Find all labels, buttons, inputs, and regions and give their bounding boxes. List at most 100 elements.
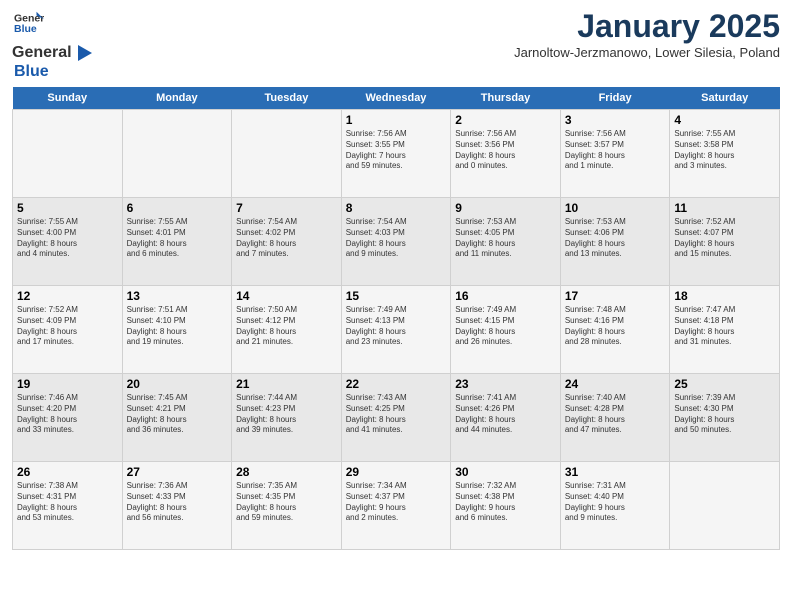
calendar-day: 19 Sunrise: 7:46 AM Sunset: 4:20 PM Dayli… — [13, 374, 123, 462]
date-number: 22 — [346, 377, 447, 391]
day-info: Sunrise: 7:55 AM Sunset: 3:58 PM Dayligh… — [674, 129, 775, 172]
month-title: January 2025 — [514, 8, 780, 45]
calendar-day: 11 Sunrise: 7:52 AM Sunset: 4:07 PM Dayli… — [670, 198, 780, 286]
calendar-day: 31 Sunrise: 7:31 AM Sunset: 4:40 PM Dayli… — [560, 462, 670, 550]
calendar-day: 14 Sunrise: 7:50 AM Sunset: 4:12 PM Dayli… — [232, 286, 342, 374]
day-info: Sunrise: 7:41 AM Sunset: 4:26 PM Dayligh… — [455, 393, 556, 436]
date-number: 8 — [346, 201, 447, 215]
date-number: 24 — [565, 377, 666, 391]
date-number: 26 — [17, 465, 118, 479]
date-number: 11 — [674, 201, 775, 215]
date-number: 3 — [565, 113, 666, 127]
day-info: Sunrise: 7:35 AM Sunset: 4:35 PM Dayligh… — [236, 481, 337, 524]
calendar-day: 27 Sunrise: 7:36 AM Sunset: 4:33 PM Dayli… — [122, 462, 232, 550]
calendar-day: 23 Sunrise: 7:41 AM Sunset: 4:26 PM Dayli… — [451, 374, 561, 462]
location: Jarnoltow-Jerzmanowo, Lower Silesia, Pol… — [514, 45, 780, 60]
day-info: Sunrise: 7:49 AM Sunset: 4:15 PM Dayligh… — [455, 305, 556, 348]
svg-text:Blue: Blue — [14, 23, 37, 35]
date-number: 27 — [127, 465, 228, 479]
day-info: Sunrise: 7:53 AM Sunset: 4:05 PM Dayligh… — [455, 217, 556, 260]
calendar-day: 17 Sunrise: 7:48 AM Sunset: 4:16 PM Dayli… — [560, 286, 670, 374]
calendar-day: 26 Sunrise: 7:38 AM Sunset: 4:31 PM Dayli… — [13, 462, 123, 550]
title-area: January 2025 Jarnoltow-Jerzmanowo, Lower… — [514, 8, 780, 60]
date-number: 31 — [565, 465, 666, 479]
day-info: Sunrise: 7:32 AM Sunset: 4:38 PM Dayligh… — [455, 481, 556, 524]
date-number: 20 — [127, 377, 228, 391]
day-info: Sunrise: 7:46 AM Sunset: 4:20 PM Dayligh… — [17, 393, 118, 436]
date-number: 14 — [236, 289, 337, 303]
col-wednesday: Wednesday — [341, 87, 451, 110]
calendar-day: 22 Sunrise: 7:43 AM Sunset: 4:25 PM Dayli… — [341, 374, 451, 462]
calendar-day: 30 Sunrise: 7:32 AM Sunset: 4:38 PM Dayli… — [451, 462, 561, 550]
date-number: 16 — [455, 289, 556, 303]
day-info: Sunrise: 7:53 AM Sunset: 4:06 PM Dayligh… — [565, 217, 666, 260]
calendar-day: 2Sunrise: 7:56 AM Sunset: 3:56 PM Daylig… — [451, 110, 561, 198]
date-number: 15 — [346, 289, 447, 303]
calendar-day: 15 Sunrise: 7:49 AM Sunset: 4:13 PM Dayli… — [341, 286, 451, 374]
calendar-day: 21 Sunrise: 7:44 AM Sunset: 4:23 PM Dayli… — [232, 374, 342, 462]
date-number: 29 — [346, 465, 447, 479]
date-number: 1 — [346, 113, 447, 127]
calendar-day: 8 Sunrise: 7:54 AM Sunset: 4:03 PM Daylig… — [341, 198, 451, 286]
calendar-day: 10 Sunrise: 7:53 AM Sunset: 4:06 PM Dayli… — [560, 198, 670, 286]
day-info: Sunrise: 7:49 AM Sunset: 4:13 PM Dayligh… — [346, 305, 447, 348]
calendar-day: 7Sunrise: 7:54 AM Sunset: 4:02 PM Daylig… — [232, 198, 342, 286]
calendar-day: 4 Sunrise: 7:55 AM Sunset: 3:58 PM Daylig… — [670, 110, 780, 198]
date-number: 30 — [455, 465, 556, 479]
calendar-table: Sunday Monday Tuesday Wednesday Thursday… — [12, 87, 780, 550]
calendar-day: 12 Sunrise: 7:52 AM Sunset: 4:09 PM Dayli… — [13, 286, 123, 374]
header: General Blue General Blue January 2025 J… — [12, 8, 780, 81]
calendar-day: 9 Sunrise: 7:53 AM Sunset: 4:05 PM Daylig… — [451, 198, 561, 286]
calendar-day: 29 Sunrise: 7:34 AM Sunset: 4:37 PM Dayli… — [341, 462, 451, 550]
date-number: 2 — [455, 113, 556, 127]
week-row-3: 12 Sunrise: 7:52 AM Sunset: 4:09 PM Dayli… — [13, 286, 780, 374]
col-friday: Friday — [560, 87, 670, 110]
day-info: Sunrise: 7:45 AM Sunset: 4:21 PM Dayligh… — [127, 393, 228, 436]
day-info: Sunrise: 7:47 AM Sunset: 4:18 PM Dayligh… — [674, 305, 775, 348]
week-row-5: 26 Sunrise: 7:38 AM Sunset: 4:31 PM Dayli… — [13, 462, 780, 550]
calendar-day: 3Sunrise: 7:56 AM Sunset: 3:57 PM Daylig… — [560, 110, 670, 198]
calendar-day — [13, 110, 123, 198]
day-info: Sunrise: 7:36 AM Sunset: 4:33 PM Dayligh… — [127, 481, 228, 524]
day-info: Sunrise: 7:54 AM Sunset: 4:03 PM Dayligh… — [346, 217, 447, 260]
col-tuesday: Tuesday — [232, 87, 342, 110]
week-row-2: 5Sunrise: 7:55 AM Sunset: 4:00 PM Daylig… — [13, 198, 780, 286]
date-number: 21 — [236, 377, 337, 391]
date-number: 9 — [455, 201, 556, 215]
date-number: 25 — [674, 377, 775, 391]
date-number: 18 — [674, 289, 775, 303]
date-number: 5 — [17, 201, 118, 215]
day-info: Sunrise: 7:52 AM Sunset: 4:07 PM Dayligh… — [674, 217, 775, 260]
calendar-container: General Blue General Blue January 2025 J… — [0, 0, 792, 558]
calendar-day: 25Sunrise: 7:39 AM Sunset: 4:30 PM Dayli… — [670, 374, 780, 462]
date-number: 12 — [17, 289, 118, 303]
date-number: 10 — [565, 201, 666, 215]
header-row: Sunday Monday Tuesday Wednesday Thursday… — [13, 87, 780, 110]
day-info: Sunrise: 7:44 AM Sunset: 4:23 PM Dayligh… — [236, 393, 337, 436]
date-number: 6 — [127, 201, 228, 215]
calendar-day: 1 Sunrise: 7:56 AM Sunset: 3:55 PM Daylig… — [341, 110, 451, 198]
date-number: 17 — [565, 289, 666, 303]
day-info: Sunrise: 7:54 AM Sunset: 4:02 PM Dayligh… — [236, 217, 337, 260]
date-number: 4 — [674, 113, 775, 127]
calendar-day: 18 Sunrise: 7:47 AM Sunset: 4:18 PM Dayli… — [670, 286, 780, 374]
week-row-1: 1 Sunrise: 7:56 AM Sunset: 3:55 PM Daylig… — [13, 110, 780, 198]
day-info: Sunrise: 7:50 AM Sunset: 4:12 PM Dayligh… — [236, 305, 337, 348]
calendar-day — [670, 462, 780, 550]
day-info: Sunrise: 7:43 AM Sunset: 4:25 PM Dayligh… — [346, 393, 447, 436]
calendar-day: 20 Sunrise: 7:45 AM Sunset: 4:21 PM Dayli… — [122, 374, 232, 462]
day-info: Sunrise: 7:31 AM Sunset: 4:40 PM Dayligh… — [565, 481, 666, 524]
col-monday: Monday — [122, 87, 232, 110]
day-info: Sunrise: 7:48 AM Sunset: 4:16 PM Dayligh… — [565, 305, 666, 348]
calendar-day: 6Sunrise: 7:55 AM Sunset: 4:01 PM Daylig… — [122, 198, 232, 286]
date-number: 23 — [455, 377, 556, 391]
day-info: Sunrise: 7:52 AM Sunset: 4:09 PM Dayligh… — [17, 305, 118, 348]
date-number: 28 — [236, 465, 337, 479]
day-info: Sunrise: 7:56 AM Sunset: 3:55 PM Dayligh… — [346, 129, 447, 172]
logo-arrow-icon — [74, 43, 96, 63]
date-number: 19 — [17, 377, 118, 391]
day-info: Sunrise: 7:34 AM Sunset: 4:37 PM Dayligh… — [346, 481, 447, 524]
calendar-day: 13Sunrise: 7:51 AM Sunset: 4:10 PM Dayli… — [122, 286, 232, 374]
day-info: Sunrise: 7:38 AM Sunset: 4:31 PM Dayligh… — [17, 481, 118, 524]
calendar-day: 16 Sunrise: 7:49 AM Sunset: 4:15 PM Dayli… — [451, 286, 561, 374]
